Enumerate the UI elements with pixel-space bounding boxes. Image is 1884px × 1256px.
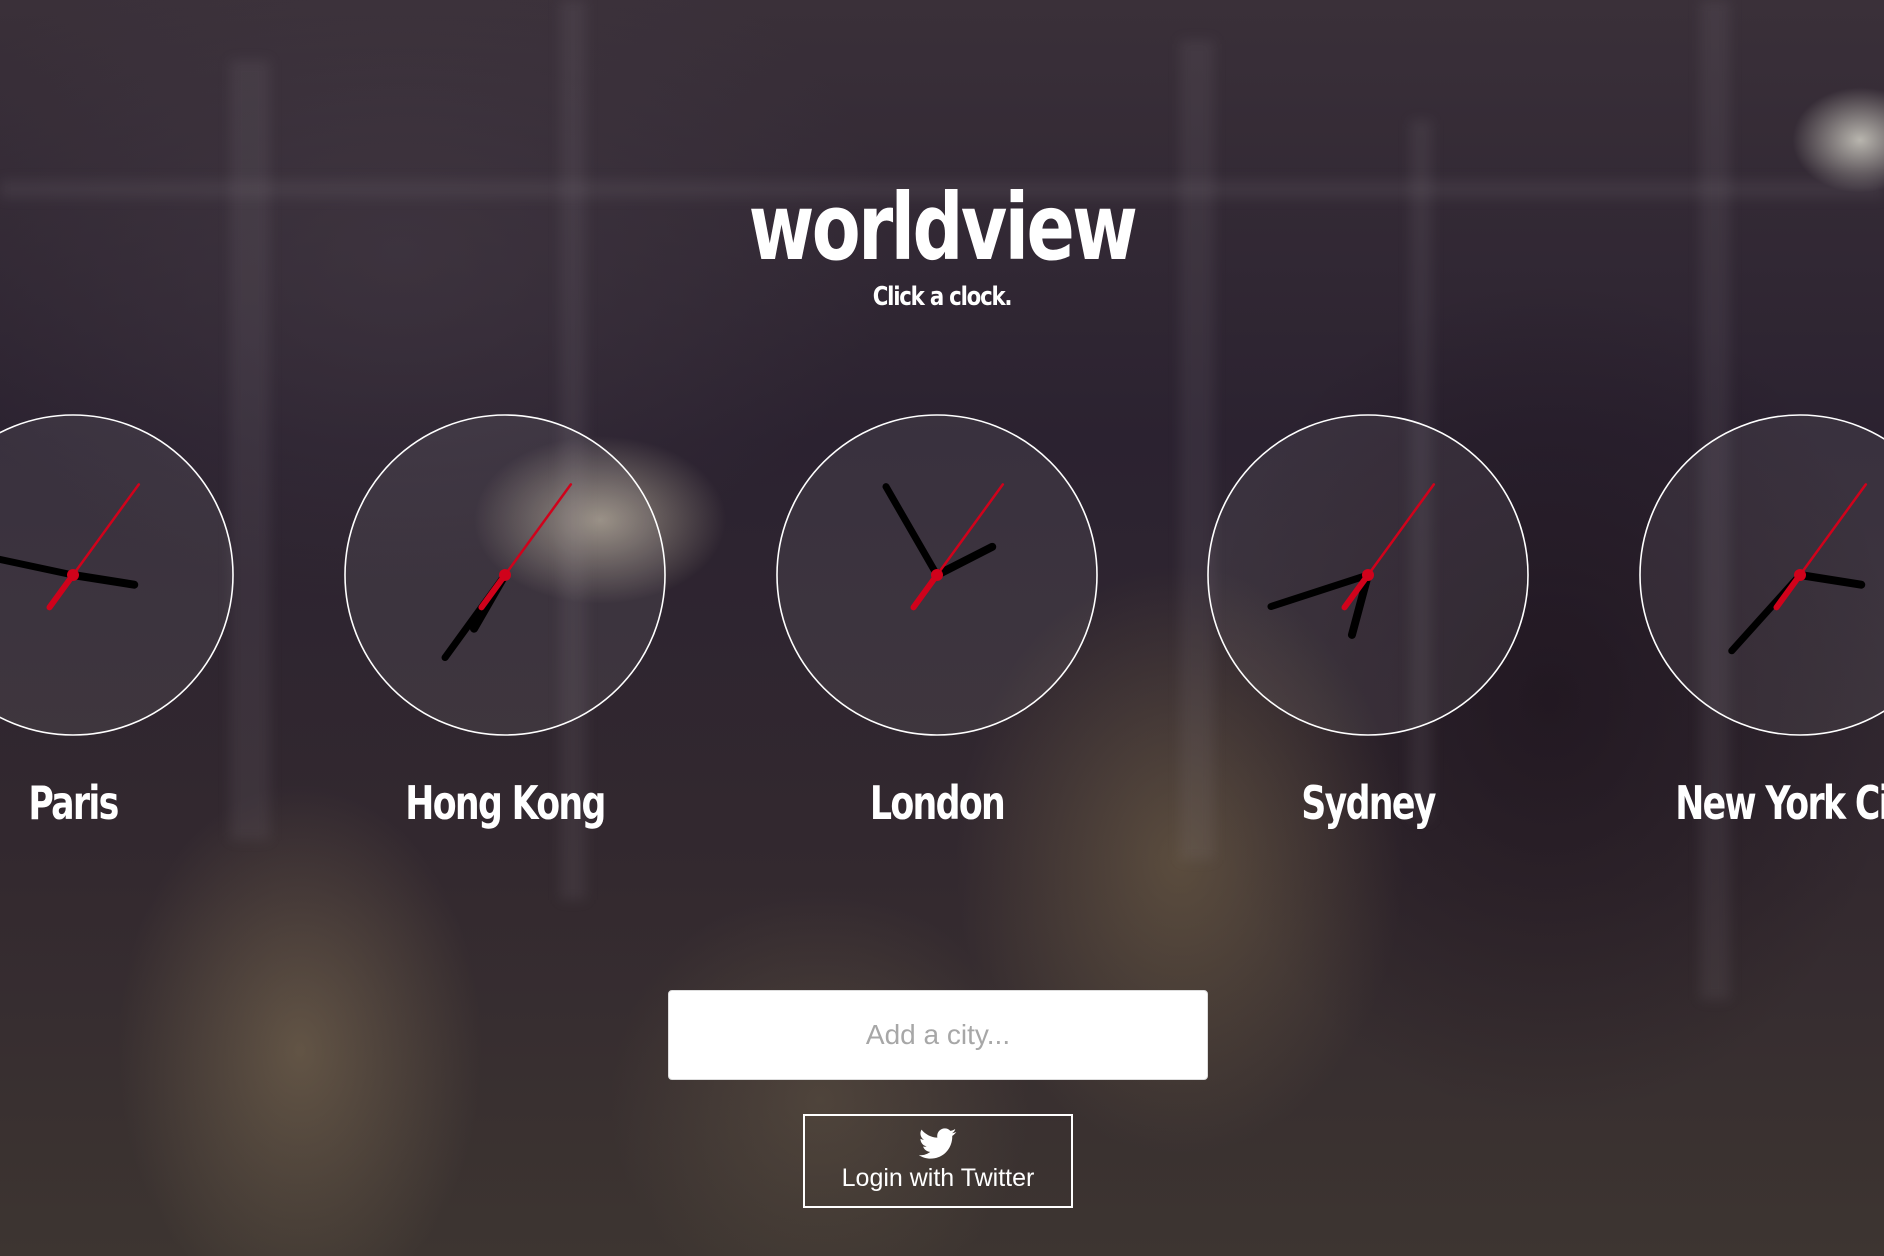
city-label: Hong Kong: [405, 776, 606, 830]
twitter-bird-icon: [919, 1128, 957, 1159]
clock-center-pin: [1362, 569, 1374, 581]
clock-rim: [0, 414, 234, 736]
clock-face: [776, 414, 1098, 736]
clock-rim: [1639, 414, 1884, 736]
clock-row: Paris Hong Kong London Sydney New York C: [0, 0, 1884, 880]
clock-face: [0, 414, 234, 736]
clock-face: [1639, 414, 1884, 736]
clock-center-pin: [67, 569, 79, 581]
clock-center-pin: [499, 569, 511, 581]
city-label: London: [869, 776, 1006, 830]
clock-london[interactable]: London: [776, 414, 1098, 830]
add-city-form: [668, 990, 1208, 1080]
clock-center-pin: [1794, 569, 1806, 581]
city-label: New York City: [1675, 776, 1884, 830]
clock-hong-kong[interactable]: Hong Kong: [344, 414, 666, 830]
city-label: Paris: [28, 776, 119, 830]
clock-paris[interactable]: Paris: [0, 414, 234, 830]
clock-face: [344, 414, 666, 736]
clock-center-pin: [931, 569, 943, 581]
login-button-label: Login with Twitter: [841, 1164, 1035, 1192]
clock-sydney[interactable]: Sydney: [1207, 414, 1529, 830]
clock-face: [1207, 414, 1529, 736]
city-label: Sydney: [1301, 776, 1436, 830]
clock-new-york-city[interactable]: New York City: [1639, 414, 1884, 830]
add-city-input[interactable]: [668, 990, 1208, 1080]
login-with-twitter-button[interactable]: Login with Twitter: [803, 1114, 1073, 1208]
